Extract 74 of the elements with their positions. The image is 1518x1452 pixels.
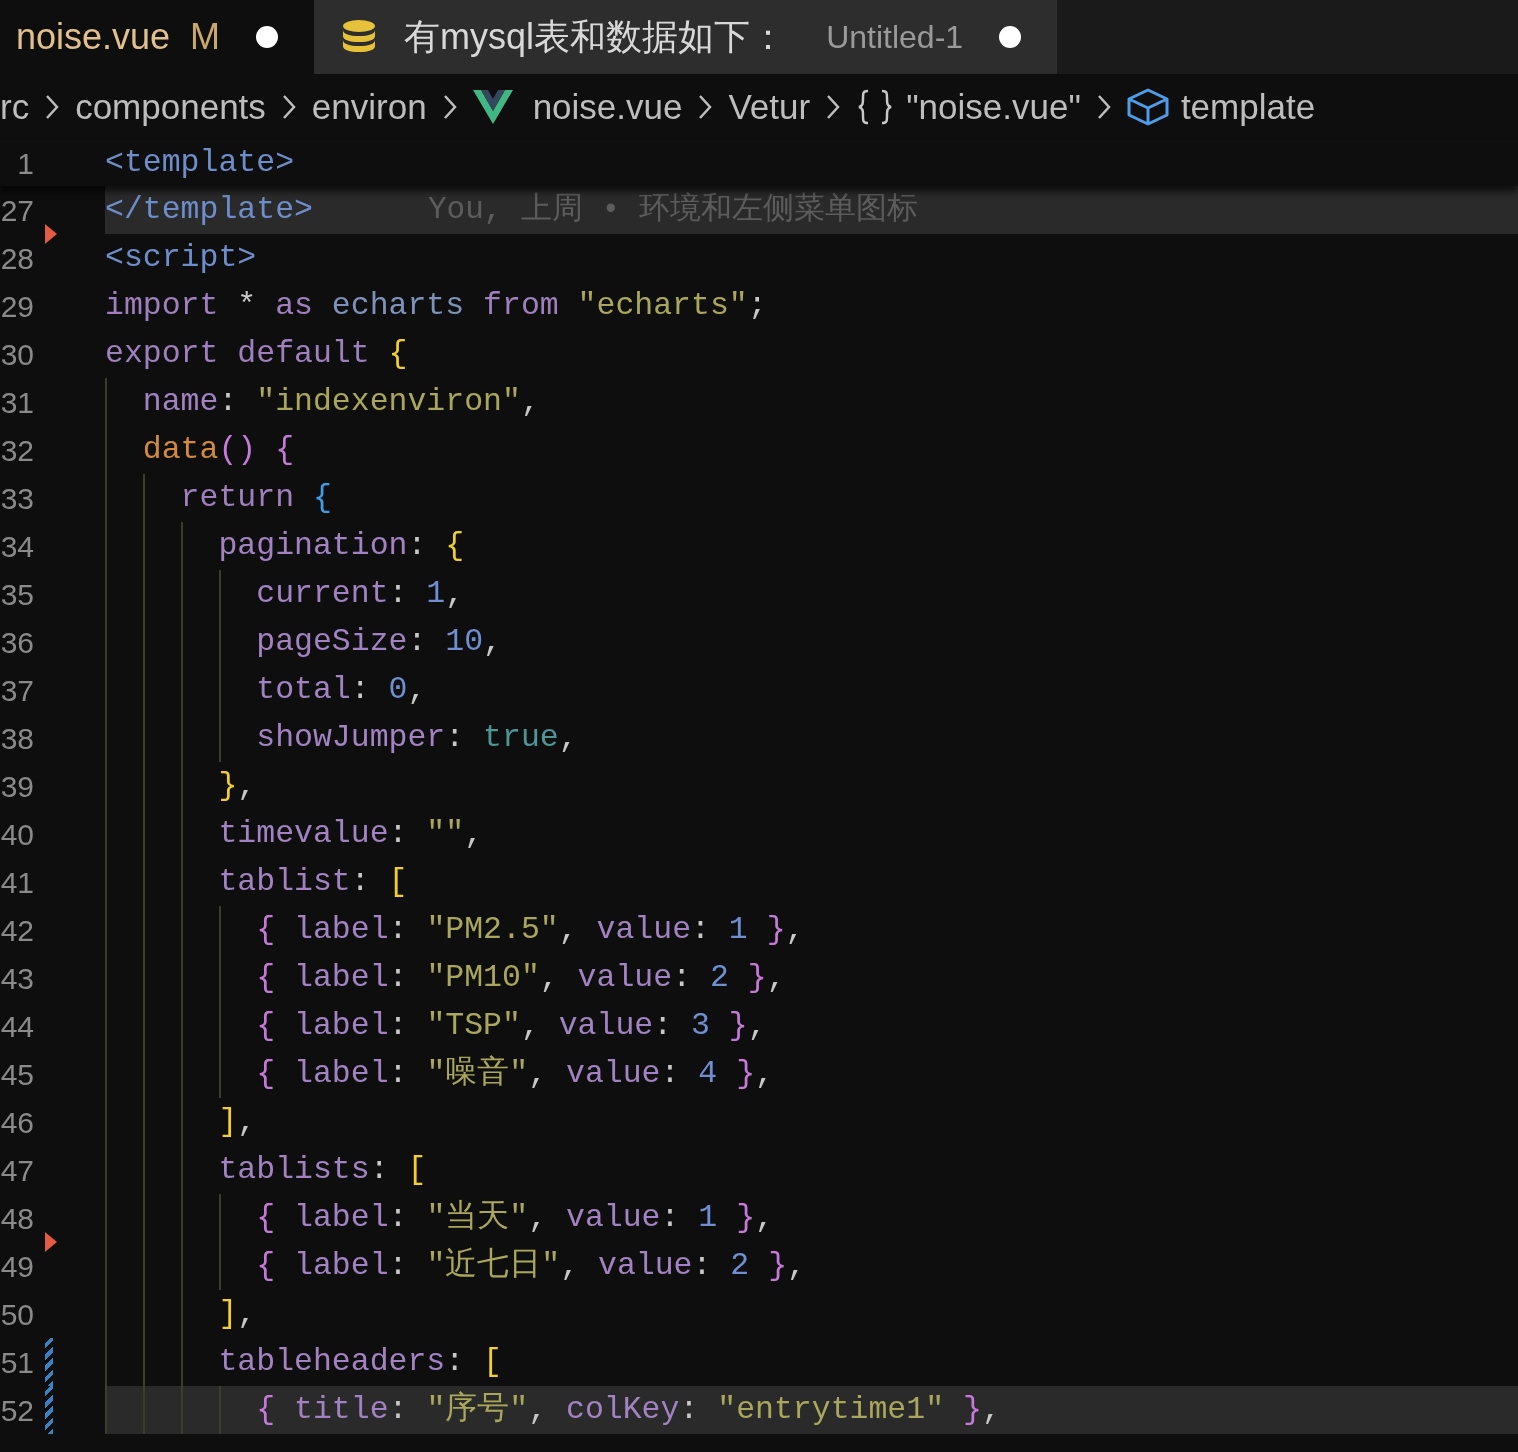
tab-description: Untitled-1 [826, 18, 964, 57]
code-line: data() { [141, 431, 295, 470]
database-icon [342, 19, 377, 55]
editor-tab[interactable]: 有mysql表和数据如下： Untitled-1 [314, 0, 1058, 74]
code-line: { label: "当天", value: 1 }, [255, 1199, 774, 1238]
line-number: 47 [0, 1152, 34, 1189]
code-line: ], [217, 1295, 257, 1334]
code-line: { label: "TSP", value: 3 }, [255, 1007, 767, 1046]
breadcrumb-item[interactable]: components [75, 80, 266, 134]
breadcrumb-item[interactable]: environ [311, 80, 427, 134]
line-number: 48 [0, 1200, 34, 1237]
chevron-icon [442, 94, 457, 120]
chevron-icon [281, 94, 296, 120]
code-line: tablists: [ [217, 1151, 427, 1190]
line-number: 49 [0, 1248, 34, 1285]
line-number: 50 [0, 1296, 34, 1333]
line-number: 31 [0, 384, 34, 421]
code-line: }, [217, 767, 257, 806]
breadcrumb-item[interactable]: noise.vue [532, 80, 683, 134]
code-line: pageSize: 10, [255, 623, 502, 662]
chevron-icon [45, 94, 60, 120]
chevron-icon [698, 94, 713, 120]
code-line: { label: "PM2.5", value: 1 }, [255, 911, 805, 950]
code-line: timevalue: "", [217, 815, 484, 854]
code-line: pagination: { [217, 527, 465, 566]
code-line: import * as echarts from "echarts"; [105, 287, 767, 326]
line-number: 36 [0, 624, 34, 661]
code-line: export default { [105, 335, 408, 374]
line-number: 28 [0, 240, 34, 277]
chevron-icon [826, 94, 841, 120]
code-line: tableheaders: [ [217, 1343, 502, 1382]
modified-label: M [190, 15, 221, 59]
line-number: 1 [16, 145, 34, 182]
line-number: 27 [0, 192, 34, 229]
line-number: 33 [0, 480, 34, 517]
code-line: tablist: [ [217, 863, 408, 902]
code-line: name: "indexenviron", [141, 383, 540, 422]
line-number: 44 [0, 1008, 34, 1045]
line-number: 32 [0, 432, 34, 469]
v-logo-icon [472, 90, 513, 124]
line-number: 35 [0, 576, 34, 613]
line-number: 34 [0, 528, 34, 565]
line-number: 46 [0, 1104, 34, 1141]
code-line: total: 0, [255, 671, 427, 710]
code-line: ], [217, 1103, 257, 1142]
code-line: <template> [105, 144, 295, 183]
code-line: return { [179, 479, 332, 518]
code-line: { label: "噪音", value: 4 }, [255, 1054, 774, 1094]
breadcrumb-item[interactable]: rc [0, 80, 30, 134]
line-number: 45 [0, 1056, 34, 1093]
line-number: 42 [0, 912, 34, 949]
line-number: 51 [0, 1344, 34, 1381]
line-number: 43 [0, 960, 34, 997]
cube-icon [1126, 88, 1169, 126]
line-number: 40 [0, 816, 34, 853]
code-line: current: 1, [255, 575, 465, 614]
code-line: { label: "PM10", value: 2 }, [255, 959, 786, 998]
line-number: 52 [0, 1392, 34, 1429]
code-line: { label: "近七日", value: 2 }, [255, 1246, 806, 1286]
line-number: 39 [0, 768, 34, 805]
code-line: { title: "序号", colKey: "entrytime1" }, [255, 1390, 1001, 1430]
code-line: </template> [105, 191, 313, 230]
line-number: 38 [0, 720, 34, 757]
chevron-icon [1096, 94, 1111, 120]
line-number: 41 [0, 864, 34, 901]
line-number: 37 [0, 672, 34, 709]
breadcrumb-item[interactable]: template [1180, 80, 1316, 134]
breadcrumb-item[interactable]: Vetur [728, 80, 811, 134]
line-number: 29 [0, 288, 34, 325]
breadcrumb-item[interactable]: "noise.vue" [906, 80, 1081, 134]
code-line: showJumper: true, [255, 719, 578, 758]
code-line: <script> [105, 239, 257, 278]
line-number: 30 [0, 336, 34, 373]
editor-tab[interactable]: noise.vue M [0, 0, 315, 74]
